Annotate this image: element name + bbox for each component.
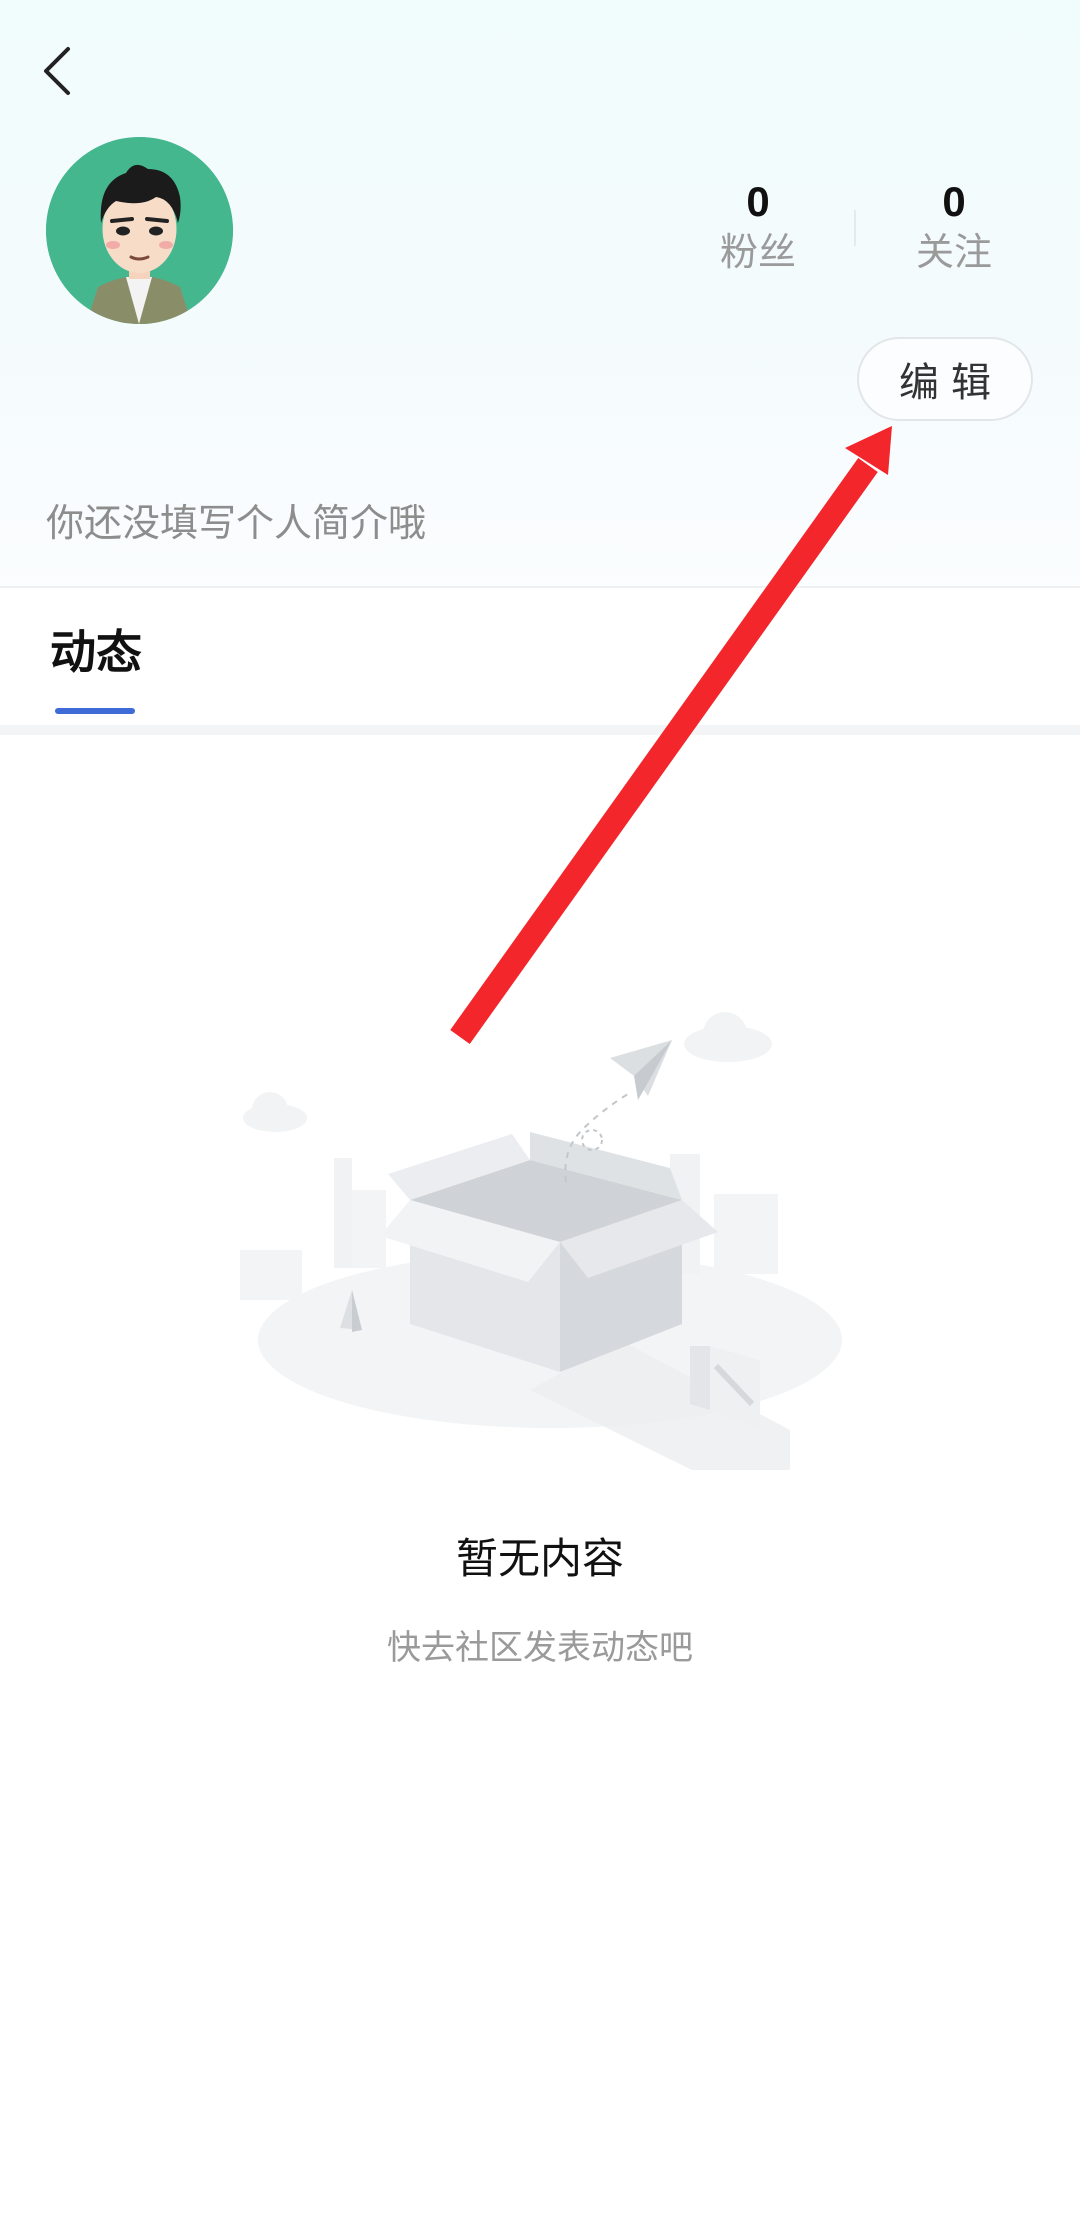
following-stat[interactable]: 0 关注 bbox=[884, 178, 1024, 276]
edit-profile-button[interactable]: 编辑 bbox=[857, 337, 1033, 421]
following-label: 关注 bbox=[915, 230, 992, 274]
following-count: 0 bbox=[942, 178, 966, 225]
chevron-left-icon bbox=[44, 47, 70, 95]
profile-bio[interactable]: 你还没填写个人简介哦 bbox=[46, 492, 426, 547]
empty-state-subtitle: 快去社区发表动态吧 bbox=[387, 1628, 693, 1668]
followers-label: 粉丝 bbox=[719, 230, 796, 274]
back-button[interactable] bbox=[28, 36, 88, 106]
stat-divider bbox=[854, 210, 856, 246]
section-separator bbox=[0, 725, 1080, 735]
empty-box-illustration bbox=[240, 1012, 842, 1470]
avatar-cartoon-icon bbox=[46, 137, 233, 324]
followers-stat[interactable]: 0 粉丝 bbox=[688, 178, 828, 276]
empty-state-title: 暂无内容 bbox=[455, 1534, 624, 1583]
avatar[interactable] bbox=[46, 137, 233, 324]
tab-posts[interactable]: 动态 bbox=[50, 616, 142, 682]
followers-count: 0 bbox=[746, 178, 770, 225]
username bbox=[46, 390, 386, 440]
active-tab-indicator bbox=[55, 708, 135, 714]
profile-page: 0 粉丝 0 关注 编辑 你还没填写个人简介哦 动态 暂无内容 快去社区发表动态… bbox=[0, 0, 1080, 2230]
divider bbox=[0, 586, 1080, 588]
